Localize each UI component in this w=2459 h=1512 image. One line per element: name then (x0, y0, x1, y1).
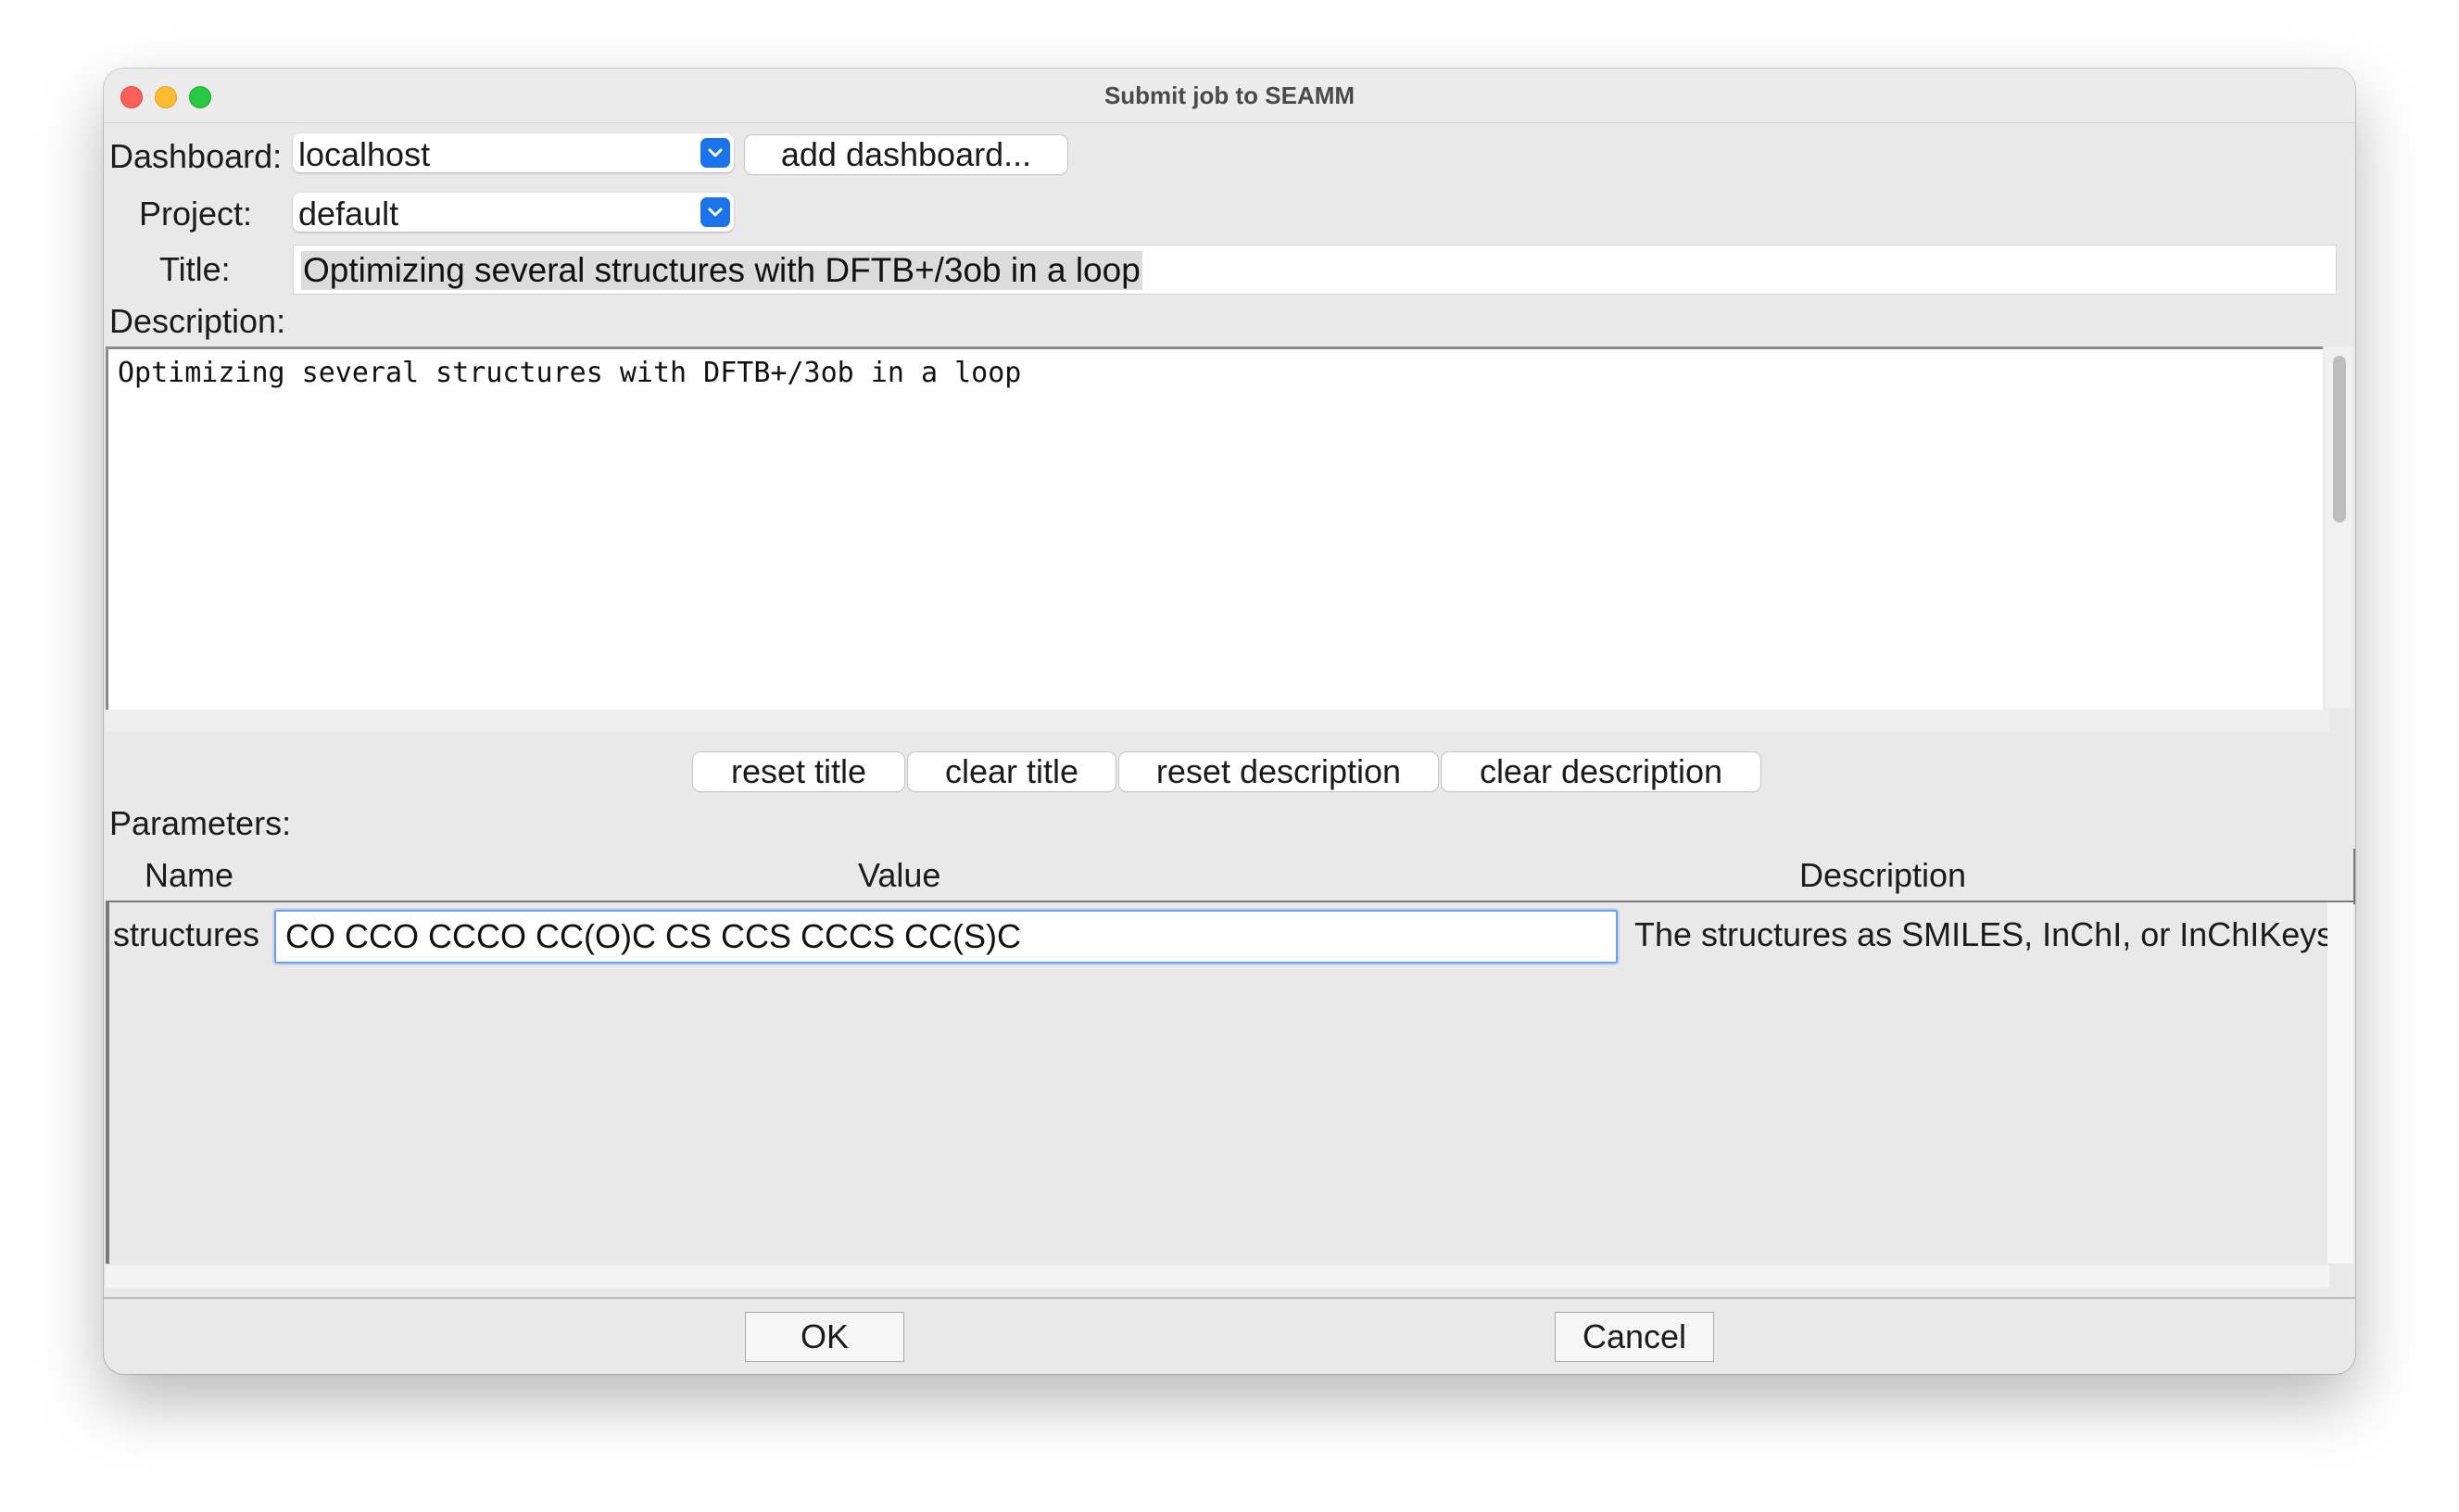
param-value-input[interactable]: CO CCO CCCO CC(O)C CS CCS CCCS CC(S)C (274, 910, 1618, 964)
dashboard-value: localhost (298, 135, 431, 173)
window-title: Submit job to SEAMM (1103, 82, 1356, 109)
ok-button[interactable]: OK (745, 1312, 904, 1362)
dashboard-label: Dashboard: (109, 137, 283, 175)
reset-title-button[interactable]: reset title (693, 752, 904, 791)
param-name: structures (113, 915, 260, 953)
chevron-down-icon (700, 197, 730, 227)
chevron-down-icon (700, 138, 730, 168)
column-header-description: Description (1799, 856, 1967, 894)
description-text: Optimizing several structures with DFTB+… (118, 357, 1022, 389)
title-label: Title: (159, 250, 231, 288)
description-label: Description: (109, 302, 286, 340)
parameters-label: Parameters: (109, 804, 292, 842)
title-input-value: Optimizing several structures with DFTB+… (301, 251, 1142, 290)
clear-description-button[interactable]: clear description (1442, 752, 1760, 791)
description-horizontal-scrollbar[interactable] (106, 710, 2329, 732)
scrollbar-thumb[interactable] (2333, 356, 2346, 523)
dashboard-select[interactable]: localhost (293, 133, 734, 173)
parameters-horizontal-scrollbar[interactable] (106, 1266, 2329, 1288)
project-select[interactable]: default (293, 193, 734, 233)
reset-description-button[interactable]: reset description (1119, 752, 1438, 791)
title-input[interactable]: Optimizing several structures with DFTB+… (293, 245, 2337, 295)
project-label: Project: (139, 195, 253, 233)
column-header-name: Name (145, 856, 234, 894)
param-value-text: CO CCO CCCO CC(O)C CS CCS CCCS CC(S)C (285, 917, 1021, 955)
parameters-table-header: Name Value Description (106, 849, 2355, 904)
param-description: The structures as SMILES, InChI, or InCh… (1634, 915, 2334, 953)
footer-divider (104, 1297, 2355, 1299)
project-value: default (298, 195, 399, 233)
parameters-vertical-scrollbar[interactable] (2327, 902, 2353, 1264)
submit-job-dialog: Submit job to SEAMM Dashboard: localhost… (104, 69, 2355, 1374)
clear-title-button[interactable]: clear title (908, 752, 1116, 791)
description-textarea[interactable]: Optimizing several structures with DFTB+… (106, 346, 2323, 711)
title-bar: Submit job to SEAMM (104, 69, 2355, 123)
column-header-value: Value (858, 856, 941, 894)
cancel-button[interactable]: Cancel (1555, 1312, 1714, 1362)
description-vertical-scrollbar[interactable] (2325, 346, 2352, 708)
add-dashboard-button[interactable]: add dashboard... (745, 135, 1067, 174)
